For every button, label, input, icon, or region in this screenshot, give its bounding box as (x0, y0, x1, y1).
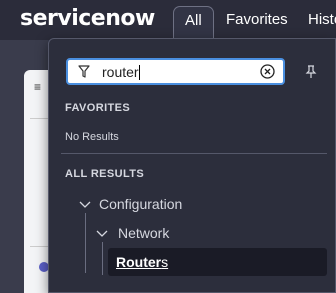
chevron-down-icon[interactable] (79, 201, 91, 209)
tree-item-network[interactable]: Network (118, 225, 169, 241)
routers-link[interactable]: Routers (116, 254, 168, 270)
background-menu-icon[interactable]: ≡ (34, 80, 41, 94)
tree-guide-line (85, 213, 86, 273)
favorites-heading: FAVORITES (65, 102, 131, 114)
all-results-heading: ALL RESULTS (65, 168, 145, 180)
filter-search-input[interactable]: router (66, 58, 285, 85)
tree-guide-line (102, 242, 103, 275)
tree-item-configuration[interactable]: Configuration (99, 196, 182, 212)
all-menu-panel: router FAVORITES No Results ALL RESULTS … (48, 38, 336, 293)
top-navigation-bar: servicenow All Favorites Histo (0, 0, 336, 40)
tab-all[interactable]: All (173, 6, 214, 39)
clear-circle-icon[interactable] (260, 64, 275, 79)
chevron-down-icon[interactable] (96, 230, 108, 238)
section-divider (61, 153, 327, 154)
tab-history[interactable]: Histo (308, 11, 336, 28)
filter-icon (78, 65, 90, 78)
search-input-value: router (102, 64, 140, 80)
tree-item-routers[interactable]: Routers (108, 248, 327, 276)
favorites-empty-text: No Results (65, 131, 119, 143)
tab-favorites[interactable]: Favorites (226, 11, 288, 28)
pin-icon[interactable] (305, 65, 317, 79)
servicenow-logo[interactable]: servicenow (20, 6, 155, 31)
